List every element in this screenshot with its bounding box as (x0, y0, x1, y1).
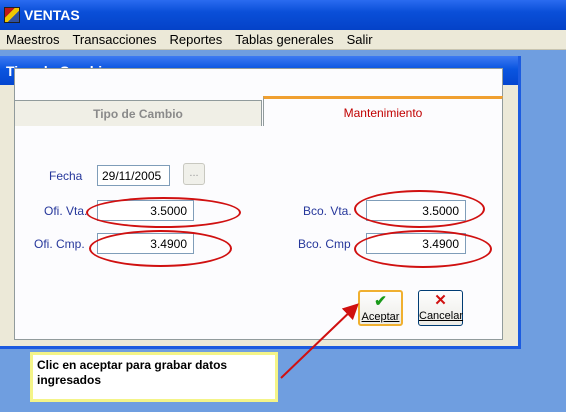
highlight-bco-cmp (354, 230, 492, 268)
app-title: VENTAS (24, 7, 80, 23)
aceptar-label: Aceptar (361, 311, 400, 323)
cancelar-label: Cancelar (419, 310, 464, 322)
date-picker-button[interactable]: ... (183, 163, 205, 185)
fecha-label: Fecha (49, 169, 83, 183)
fecha-field[interactable]: 29/11/2005 (97, 165, 170, 186)
tab-mantenimiento[interactable]: Mantenimiento (263, 96, 503, 126)
highlight-ofi-cmp (89, 230, 232, 267)
app-icon (4, 7, 20, 23)
tab-tipo-de-cambio[interactable]: Tipo de Cambio (14, 100, 262, 126)
menu-item-salir[interactable]: Salir (341, 32, 380, 47)
app-titlebar: VENTAS (0, 0, 566, 30)
highlight-bco-vta (354, 190, 485, 228)
checkmark-icon: ✔ (374, 293, 387, 310)
aceptar-button[interactable]: ✔ Aceptar (358, 290, 403, 326)
ofi-vta-label: Ofi. Vta. (44, 204, 88, 218)
menu-item-transacciones[interactable]: Transacciones (66, 32, 163, 47)
bco-cmp-label: Bco. Cmp (298, 237, 351, 251)
bco-vta-label: Bco. Vta. (303, 204, 352, 218)
cancelar-button[interactable]: ✕ Cancelar (418, 290, 463, 326)
menu-item-reportes[interactable]: Reportes (164, 32, 230, 47)
menubar: Maestros Transacciones Reportes Tablas g… (0, 30, 566, 50)
x-icon: ✕ (434, 292, 447, 309)
callout-note: Clic en aceptar para grabar datos ingres… (30, 352, 278, 402)
ofi-cmp-label: Ofi. Cmp. (34, 237, 85, 251)
highlight-ofi-vta (86, 197, 241, 228)
menu-item-tablas-generales[interactable]: Tablas generales (229, 32, 340, 47)
menu-item-maestros[interactable]: Maestros (0, 32, 66, 47)
